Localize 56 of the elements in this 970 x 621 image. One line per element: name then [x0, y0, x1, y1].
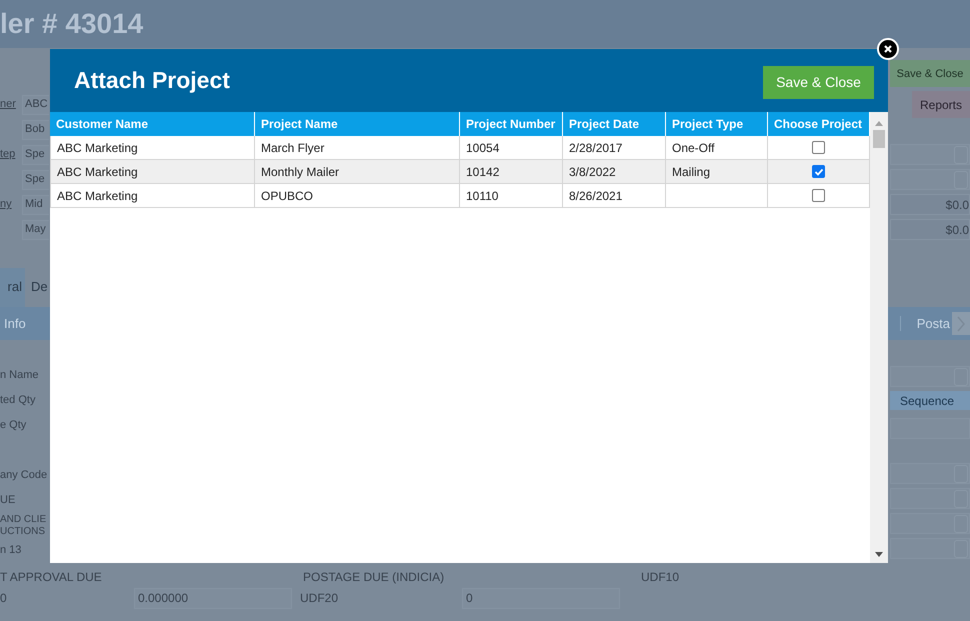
field-label: ny	[0, 197, 13, 212]
field-label: UE	[0, 493, 16, 508]
input-field[interactable]: Bob	[22, 120, 49, 140]
table-cell: Mailing	[666, 160, 768, 183]
field-label: UDF10	[641, 570, 680, 584]
field-label: T APPROVAL DUE	[0, 570, 103, 584]
table-cell: 2/28/2017	[563, 136, 666, 159]
table-cell: 10054	[460, 136, 563, 159]
table-cell: March Flyer	[255, 136, 460, 159]
subtab[interactable]: Info	[4, 316, 26, 331]
reports-button[interactable]: Reports	[912, 91, 970, 118]
field-label: AND CLIE UCTIONS	[0, 514, 46, 539]
field-label: any Code	[0, 468, 48, 483]
amount-field[interactable]: $0.0	[890, 194, 970, 215]
tab[interactable]: De	[31, 268, 48, 307]
input-field[interactable]: ABC	[22, 94, 49, 114]
input-field[interactable]: 0.000000	[134, 588, 292, 608]
field-label: ner	[0, 97, 17, 112]
tab[interactable]: ral	[0, 268, 25, 307]
input-field[interactable]: Spe	[22, 170, 49, 190]
field-label: POSTAGE DUE (INDICIA)	[303, 570, 446, 584]
field-label: n Name	[0, 368, 39, 383]
amount-field[interactable]: $0.0	[890, 219, 970, 240]
table-cell: ABC Marketing	[50, 136, 255, 159]
input-field[interactable]: 0	[462, 588, 620, 608]
page-title: ler # 43014	[0, 8, 144, 40]
scroll-up-icon[interactable]	[875, 121, 883, 126]
table-cell: One-Off	[666, 136, 768, 159]
table-cell: ABC Marketing	[50, 184, 255, 207]
table-cell: OPUBCO	[255, 184, 460, 207]
field-label: 0	[0, 591, 8, 605]
checkbox[interactable]	[812, 189, 825, 202]
table-cell: 10110	[460, 184, 563, 207]
checkbox[interactable]	[812, 165, 825, 178]
table-cell: 3/8/2022	[563, 160, 666, 183]
chevron-right-icon[interactable]	[952, 312, 970, 335]
table-cell: Monthly Mailer	[255, 160, 460, 183]
subtab[interactable]: Posta	[900, 316, 950, 331]
table-cell: ABC Marketing	[50, 160, 255, 183]
scroll-down-icon[interactable]	[875, 552, 883, 557]
input-field[interactable]: May	[22, 220, 49, 240]
field-label: ted Qty	[0, 393, 36, 408]
modal-title: Attach Project	[74, 67, 230, 94]
save-close-button[interactable]: Save & Close	[763, 66, 874, 98]
save-close-button[interactable]: Save & Close	[890, 60, 970, 87]
field-label: n 13	[0, 543, 22, 558]
input-field[interactable]: Mid	[22, 194, 49, 214]
input-field[interactable]: Spe	[22, 144, 49, 164]
table-cell: 10142	[460, 160, 563, 183]
scrollbar-thumb[interactable]	[873, 130, 885, 148]
field-label: e Qty	[0, 418, 26, 433]
sequence-button[interactable]: Sequence	[890, 391, 970, 410]
checkbox[interactable]	[812, 141, 825, 154]
field-label: UDF20	[300, 591, 340, 605]
field-label: tep	[0, 147, 16, 162]
table-cell: 8/26/2021	[563, 184, 666, 207]
